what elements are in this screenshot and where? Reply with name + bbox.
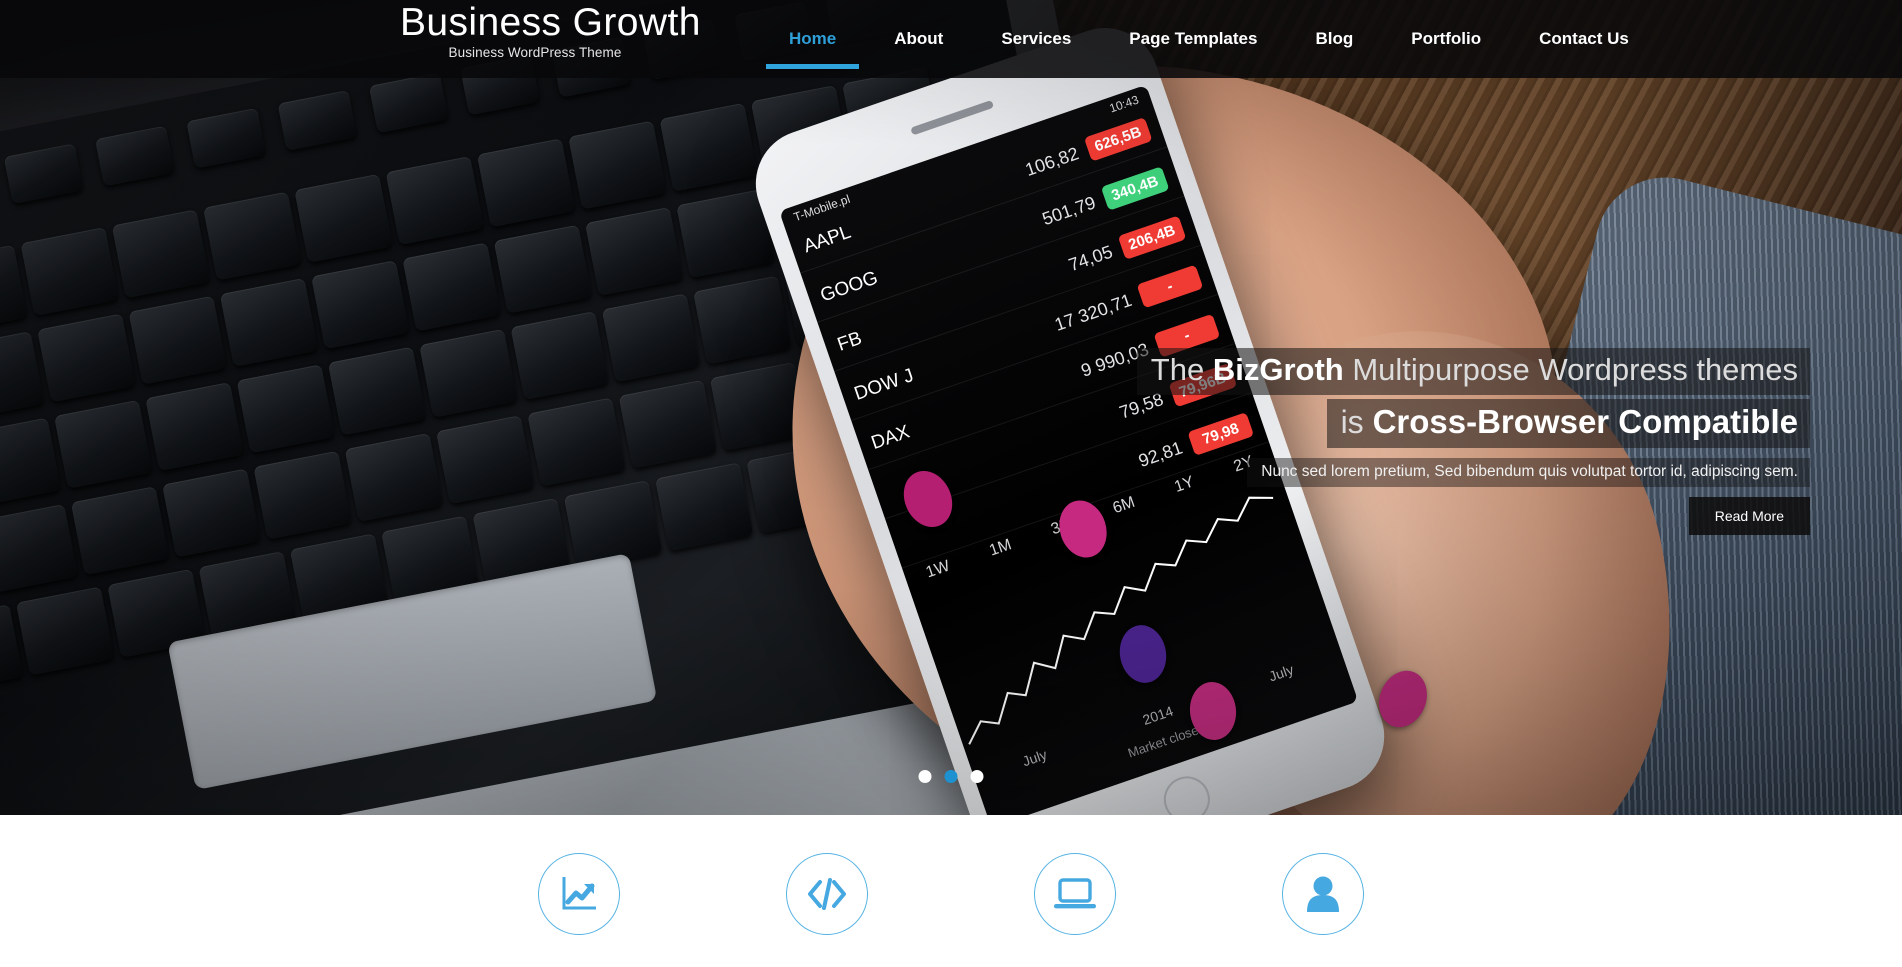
slider-dot-3[interactable] (970, 770, 984, 783)
hero-headline-line-2: is Cross-Browser Compatible (1326, 398, 1810, 448)
nav-item-about[interactable]: About (865, 0, 972, 78)
nav-item-page-templates[interactable]: Page Templates (1100, 0, 1286, 78)
brand-title: Business Growth (400, 1, 701, 44)
hero-cta-wrapper: Read More (1137, 496, 1810, 535)
hero-headline-line-1: The BizGroth Multipurpose Wordpress them… (1136, 348, 1810, 395)
hero-description: Nunc sed lorem pretium, Sed bibendum qui… (1247, 457, 1810, 487)
nav-item-blog[interactable]: Blog (1286, 0, 1382, 78)
feature-2-button[interactable] (786, 853, 868, 935)
slider-dot-2[interactable] (944, 770, 958, 783)
nav-item-services[interactable]: Services (972, 0, 1100, 78)
headline-1-pre: The (1150, 352, 1213, 387)
page-root: AAPL106,82626,5BGOOG501,79340,4BFB74,052… (0, 0, 1902, 967)
headline-2-pre: is (1340, 403, 1373, 440)
code-icon (805, 874, 849, 914)
site-brand[interactable]: Business Growth Business WordPress Theme (400, 1, 701, 61)
feature-4-button[interactable] (1282, 853, 1364, 935)
headline-1-strong: BizGroth (1212, 352, 1344, 387)
feature-3-button[interactable] (1034, 853, 1116, 935)
feature-1-button[interactable] (538, 853, 620, 935)
user-icon (1304, 874, 1342, 914)
features-row (0, 853, 1902, 935)
read-more-button[interactable]: Read More (1688, 496, 1810, 535)
hero-caption: The BizGroth Multipurpose Wordpress them… (1136, 348, 1810, 535)
main-navigation[interactable]: Home About Services Page Templates Blog Portf… (760, 0, 1658, 78)
site-header: Business Growth Business WordPress Theme… (0, 0, 1902, 78)
nav-item-contact-us[interactable]: Contact Us (1510, 0, 1658, 78)
growth-chart-icon (557, 872, 601, 916)
features-strip (0, 815, 1902, 967)
nav-item-portfolio[interactable]: Portfolio (1382, 0, 1510, 78)
slider-dot-1[interactable] (918, 770, 932, 783)
hero-slider: AAPL106,82626,5BGOOG501,79340,4BFB74,052… (0, 0, 1902, 815)
slider-dots[interactable] (918, 770, 984, 783)
headline-1-post: Multipurpose Wordpress themes (1343, 352, 1798, 387)
brand-subtitle: Business WordPress Theme (448, 45, 622, 61)
nav-item-home[interactable]: Home (760, 0, 865, 78)
headline-2-strong: Cross-Browser Compatible (1372, 402, 1798, 440)
laptop-icon (1052, 877, 1098, 911)
